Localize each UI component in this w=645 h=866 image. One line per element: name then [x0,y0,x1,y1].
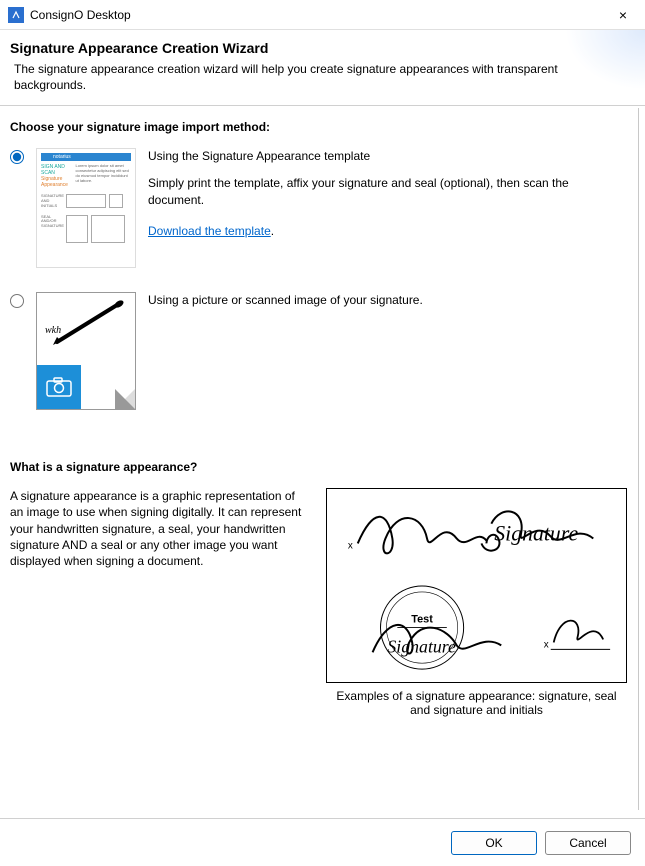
wizard-title: Signature Appearance Creation Wizard [10,40,633,56]
wizard-header: Signature Appearance Creation Wizard The… [0,30,645,106]
camera-icon [37,365,81,409]
picture-thumbnail: wkh [36,292,136,410]
svg-text:Signature: Signature [494,522,578,546]
signature-example-image: x Signature Test Signature x [326,488,627,683]
option-template-title: Using the Signature Appearance template [148,148,627,165]
radio-picture[interactable] [10,294,24,308]
svg-text:x: x [348,541,353,552]
svg-text:Test: Test [411,614,433,626]
option-picture[interactable]: wkh Using a picture or scanned image of … [10,292,627,410]
option-template-desc: Simply print the template, affix your si… [148,175,627,209]
radio-template[interactable] [10,150,24,164]
template-thumbnail: notarius SIGN AND SCAN Signature Appeara… [36,148,136,268]
close-icon: × [619,7,627,23]
cancel-button[interactable]: Cancel [545,831,631,855]
svg-text:x: x [544,640,549,651]
svg-text:Signature: Signature [387,636,456,656]
option-template[interactable]: notarius SIGN AND SCAN Signature Appeara… [10,148,627,268]
app-icon [8,7,24,23]
close-button[interactable]: × [607,4,639,26]
what-is-heading: What is a signature appearance? [10,460,627,474]
example-caption: Examples of a signature appearance: sign… [326,689,627,717]
wizard-content: Choose your signature image import metho… [0,106,645,818]
titlebar: ConsignO Desktop × [0,0,645,30]
scrollbar[interactable] [638,108,639,810]
ok-button[interactable]: OK [451,831,537,855]
wizard-subtitle: The signature appearance creation wizard… [10,62,633,93]
window-title: ConsignO Desktop [30,8,131,22]
footer: OK Cancel [0,818,645,866]
what-is-body: A signature appearance is a graphic repr… [10,488,310,569]
choose-method-label: Choose your signature image import metho… [10,120,627,134]
option-picture-title: Using a picture or scanned image of your… [148,292,627,309]
download-template-link[interactable]: Download the template [148,224,271,238]
